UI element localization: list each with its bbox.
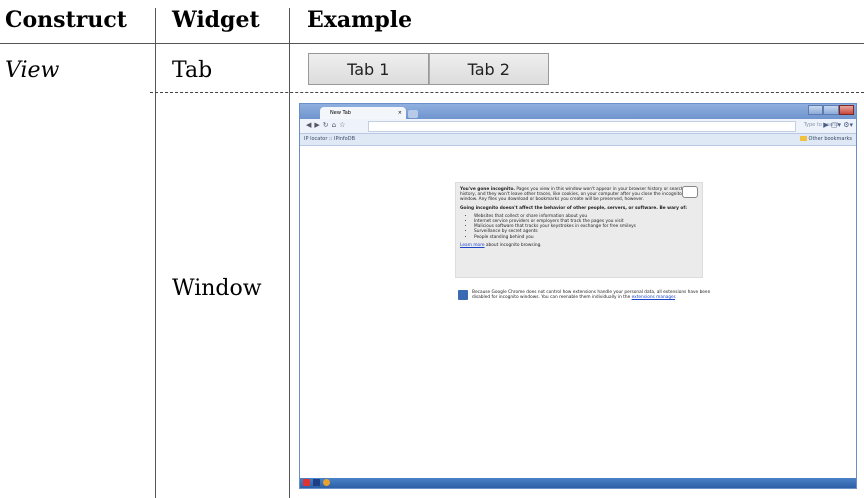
chrome-icon[interactable] <box>323 479 330 486</box>
bookmark-item[interactable]: IP locator :: IPinfoDB <box>304 136 355 142</box>
extensions-notice: Because Google Chrome does not control h… <box>458 290 718 300</box>
widget-tab: Tab <box>172 58 213 83</box>
list-item: People standing behind you <box>474 235 698 240</box>
other-bookmarks-label: Other bookmarks <box>808 136 852 142</box>
nav-icons[interactable]: ◀▶↻⌂☆ <box>306 121 348 129</box>
tab-2[interactable]: Tab 2 <box>428 53 549 85</box>
incognito-notice: You've gone incognito. Pages you view in… <box>455 182 703 278</box>
chrome-window-screenshot: New Tab × ◀▶↻⌂☆ Type to search ▶ ▢▾ ⚙▾ I… <box>299 103 857 489</box>
puzzle-icon <box>458 290 468 300</box>
new-tab-button[interactable] <box>408 110 418 118</box>
header-construct: Construct <box>5 7 127 33</box>
incognito-icon <box>682 186 698 198</box>
incognito-warning: Going incognito doesn't affect the behav… <box>460 205 687 211</box>
close-button[interactable] <box>838 105 854 115</box>
extensions-manager-link[interactable]: extensions manager <box>632 295 675 300</box>
header-widget: Widget <box>172 7 260 33</box>
tab-title: New Tab <box>330 110 351 116</box>
toolbar: ◀▶↻⌂☆ Type to search ▶ ▢▾ ⚙▾ <box>300 119 856 134</box>
header-rule <box>0 43 864 44</box>
learn-more-link[interactable]: Learn more <box>460 243 485 248</box>
folder-icon <box>799 136 807 141</box>
tab-1[interactable]: Tab 1 <box>308 53 429 85</box>
construct-view: View <box>5 58 60 83</box>
maximize-button[interactable] <box>823 105 839 115</box>
column-divider-1 <box>155 8 156 498</box>
incognito-list: Websites that collect or share informati… <box>474 214 698 240</box>
browser-tab[interactable]: New Tab × <box>320 107 406 119</box>
start-icon[interactable] <box>303 479 310 486</box>
close-icon[interactable]: × <box>398 107 402 119</box>
header-example: Example <box>307 7 413 33</box>
row-divider-dashed <box>150 92 864 93</box>
explorer-icon[interactable] <box>313 479 320 486</box>
minimize-button[interactable] <box>808 105 824 115</box>
incognito-intro: You've gone incognito. Pages you view in… <box>460 187 684 203</box>
bookmarks-bar: IP locator :: IPinfoDB Other bookmarks <box>300 134 856 146</box>
tab-example: Tab 1 Tab 2 <box>308 53 549 85</box>
other-bookmarks[interactable]: Other bookmarks <box>799 136 852 142</box>
title-bar: New Tab × <box>300 104 856 119</box>
taskbar <box>300 478 856 488</box>
page-menu-icon[interactable]: ▶ ▢▾ ⚙▾ <box>823 121 853 129</box>
omnibox[interactable] <box>368 121 796 132</box>
column-divider-2 <box>289 8 290 498</box>
window-controls <box>808 105 854 115</box>
learn-more-line: Learn more about incognito browsing. <box>460 242 542 248</box>
widget-window: Window <box>172 276 262 301</box>
